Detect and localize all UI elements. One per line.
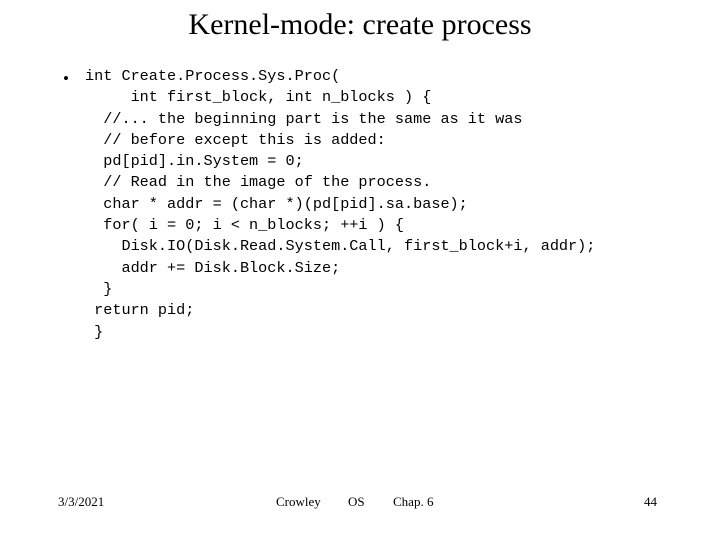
bullet-icon: •	[63, 69, 69, 88]
footer-course: OS	[348, 494, 365, 509]
slide-footer: 3/3/2021 Crowley OS Chap. 6 44	[0, 494, 720, 514]
slide-body: • int Create.Process.Sys.Proc( int first…	[55, 66, 695, 343]
footer-date: 3/3/2021	[58, 494, 105, 509]
footer-author: Crowley	[276, 494, 321, 509]
slide: Kernel-mode: create process • int Create…	[0, 0, 720, 540]
footer-page-number: 44	[644, 494, 657, 509]
code-block: int Create.Process.Sys.Proc( int first_b…	[85, 67, 596, 341]
bullet-item: • int Create.Process.Sys.Proc( int first…	[55, 66, 695, 343]
page-title: Kernel-mode: create process	[188, 8, 532, 41]
footer-center: Crowley OS Chap. 6	[276, 494, 576, 510]
footer-chapter: Chap. 6	[393, 494, 434, 509]
